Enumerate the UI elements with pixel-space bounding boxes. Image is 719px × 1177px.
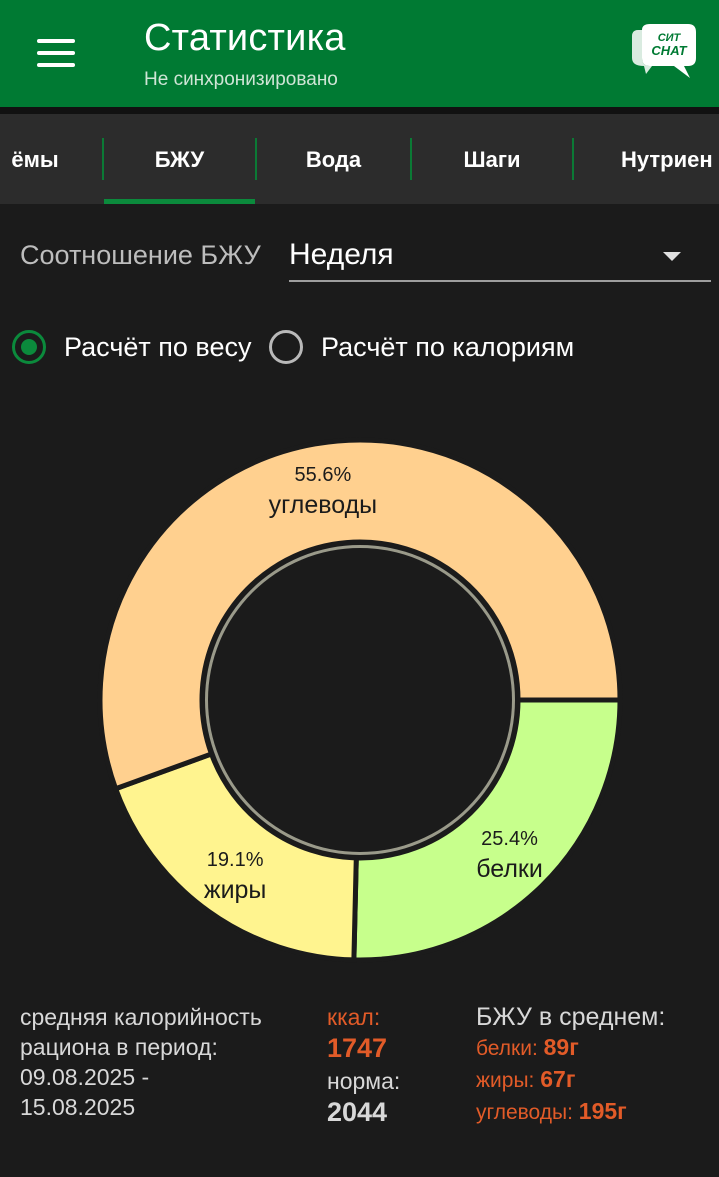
radio-checked-icon bbox=[12, 330, 46, 364]
norm-value: 2044 bbox=[327, 1097, 388, 1127]
divider bbox=[0, 107, 719, 114]
radio-unchecked-icon bbox=[269, 330, 303, 364]
date-to: 15.08.2025 bbox=[20, 1094, 136, 1120]
kcal-block: ккал: 1747 норма: 2044 bbox=[327, 1002, 400, 1128]
slice-percent-label: 19.1% bbox=[207, 849, 264, 871]
norm-label: норма: bbox=[327, 1068, 401, 1094]
period-value: Неделя bbox=[289, 238, 394, 271]
radio-by-weight[interactable]: Расчёт по весу bbox=[12, 330, 262, 370]
tab-meals[interactable]: ёмы bbox=[0, 114, 100, 204]
avg-caption-line2: рациона в период: bbox=[20, 1034, 218, 1060]
protein-label: белки: bbox=[476, 1037, 538, 1060]
carb-label: углеводы: bbox=[476, 1101, 573, 1124]
slice-category-label: белки bbox=[476, 855, 543, 883]
tab-bju[interactable]: БЖУ bbox=[104, 114, 255, 204]
slice-category-label: жиры bbox=[204, 876, 267, 904]
slice-category-label: углеводы bbox=[269, 491, 377, 519]
carb-value: 195г bbox=[578, 1098, 627, 1124]
radio-by-calories[interactable]: Расчёт по калориям bbox=[269, 330, 589, 370]
fat-value: 67г bbox=[540, 1066, 576, 1092]
protein-value: 89г bbox=[543, 1034, 579, 1060]
slice-percent-label: 55.6% bbox=[295, 464, 352, 486]
tab-steps[interactable]: Шаги bbox=[412, 114, 572, 204]
logo-text-bottom: CHAT bbox=[651, 43, 687, 58]
avg-caption-line1: средняя калорийность bbox=[20, 1004, 262, 1030]
app-bar: Статистика Не синхронизировано СИТ CHAT bbox=[0, 0, 719, 107]
page-title: Статистика bbox=[144, 17, 346, 59]
slice-percent-label: 25.4% bbox=[481, 828, 538, 850]
sitchat-logo-icon[interactable]: СИТ CHAT bbox=[628, 22, 698, 80]
menu-icon[interactable] bbox=[30, 30, 82, 76]
radio-by-calories-label: Расчёт по калориям bbox=[321, 332, 575, 362]
fat-label: жиры: bbox=[476, 1069, 535, 1092]
ratio-label: Соотношение БЖУ bbox=[20, 240, 261, 270]
chevron-down-icon bbox=[663, 252, 681, 261]
date-from: 09.08.2025 - bbox=[20, 1064, 150, 1090]
sync-status: Не синхронизировано bbox=[144, 69, 338, 90]
kcal-value: 1747 bbox=[327, 1033, 388, 1063]
donut-hole bbox=[208, 548, 512, 852]
avg-calorie-caption: средняя калорийность рациона в период: 0… bbox=[20, 1002, 262, 1122]
tab-nutrients[interactable]: Нутриен bbox=[574, 114, 719, 204]
avg-macros-title: БЖУ в среднем: bbox=[476, 1003, 666, 1031]
tab-water[interactable]: Вода bbox=[257, 114, 410, 204]
radio-by-weight-label: Расчёт по весу bbox=[64, 332, 252, 362]
tab-bar: ёмы БЖУ Вода Шаги Нутриен bbox=[0, 114, 719, 204]
kcal-label: ккал: bbox=[327, 1004, 381, 1030]
bju-donut-chart: 25.4% белки 19.1% жиры 55.6% углеводы bbox=[97, 437, 623, 963]
period-dropdown[interactable]: Неделя bbox=[289, 232, 711, 282]
avg-macros-block: БЖУ в среднем: белки: 89г жиры: 67г угле… bbox=[476, 1002, 665, 1128]
